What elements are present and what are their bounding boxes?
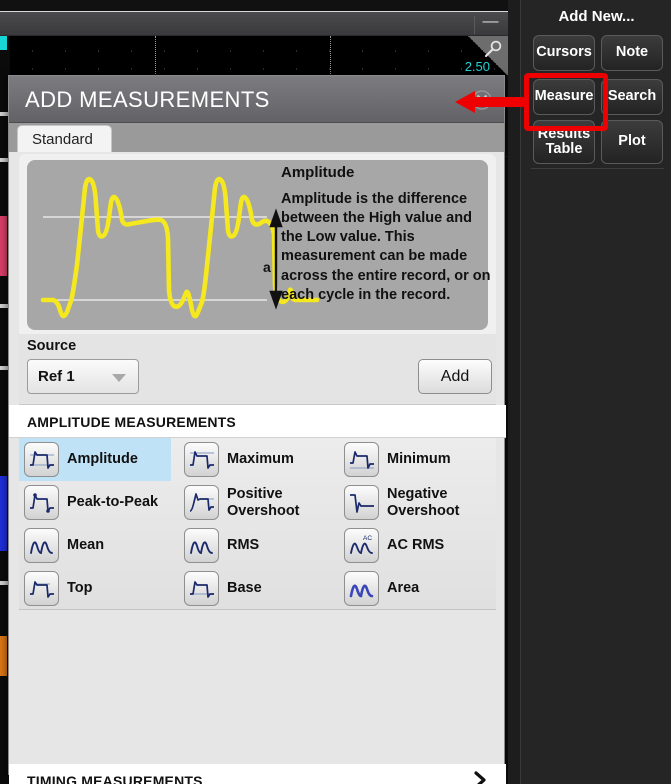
left-arrow-annotation: [455, 88, 527, 121]
measurement-label: AC RMS: [387, 524, 491, 567]
channel-tick: [0, 304, 8, 308]
pulse-base-icon: [184, 571, 219, 606]
pulse-maximum-icon: [184, 442, 219, 477]
scope-graticule-top[interactable]: 2.50: [0, 36, 508, 76]
measurement-label: Area: [387, 567, 491, 610]
chevron-right-icon: [470, 770, 490, 784]
amplitude-measurement-grid: Amplitude Maximum: [19, 438, 496, 610]
measurement-base[interactable]: Base: [179, 567, 331, 610]
pulse-amplitude-icon: [24, 442, 59, 477]
measurement-top[interactable]: Top: [19, 567, 171, 610]
measurement-label: Peak-to-Peak: [67, 481, 171, 524]
sine-ac-rms-icon: AC: [344, 528, 379, 563]
minimize-button[interactable]: —: [474, 16, 500, 34]
measurement-label: Positive Overshoot: [227, 481, 331, 524]
sidebar-divider: [531, 168, 664, 169]
svg-text:AC: AC: [363, 535, 372, 542]
measurement-label: Amplitude: [67, 438, 171, 481]
pulse-minimum-icon: [344, 442, 379, 477]
measurement-minimum[interactable]: Minimum: [339, 438, 491, 481]
measurement-mean[interactable]: Mean: [19, 524, 171, 567]
amplitude-annotation-letter: a: [263, 259, 271, 275]
graticule-gridline: [330, 36, 331, 76]
measurement-label: Mean: [67, 524, 171, 567]
pulse-peak-to-peak-icon: [24, 485, 59, 520]
source-label: Source: [27, 338, 76, 354]
section-title: TIMING MEASUREMENTS: [27, 773, 203, 784]
measurement-label: RMS: [227, 524, 331, 567]
section-header-amplitude[interactable]: AMPLITUDE MEASUREMENTS: [9, 405, 506, 438]
graticule-gridline: [155, 36, 156, 76]
measurement-peak-to-peak[interactable]: Peak-to-Peak: [19, 481, 171, 524]
measurement-label: Base: [227, 567, 331, 610]
tab-standard[interactable]: Standard: [17, 125, 112, 154]
measurement-label: Negative Overshoot: [387, 481, 491, 524]
dialog-header: ADD MEASUREMENTS: [9, 76, 504, 123]
measurement-area[interactable]: Area: [339, 567, 491, 610]
channel-tick: [0, 581, 8, 585]
sine-rms-icon: [184, 528, 219, 563]
dialog-body: a Amplitude Amplitude is the difference …: [9, 152, 504, 775]
measurement-amplitude[interactable]: Amplitude: [19, 438, 171, 481]
channel-marker-magenta[interactable]: [0, 216, 7, 276]
screen-root: — 2.50 500 mV: [0, 0, 671, 784]
measurement-label: Top: [67, 567, 171, 610]
measurement-rms[interactable]: RMS: [179, 524, 331, 567]
measurement-negative-overshoot[interactable]: Negative Overshoot: [339, 481, 491, 524]
measurement-positive-overshoot[interactable]: Positive Overshoot: [179, 481, 331, 524]
sine-area-icon: [344, 571, 379, 606]
scope-toolbar: —: [0, 11, 508, 36]
channel-marker-cyan[interactable]: [0, 36, 7, 50]
dialog-title: ADD MEASUREMENTS: [25, 87, 270, 113]
channel-tick: [0, 366, 8, 370]
channel-tick: [0, 112, 8, 116]
measure-button-highlight: [524, 73, 608, 131]
sine-mean-icon: [24, 528, 59, 563]
measurement-description-body: Amplitude is the difference between the …: [281, 190, 493, 305]
measurement-label: Maximum: [227, 438, 331, 481]
tab-strip: Standard: [9, 123, 504, 152]
sidebar-button-plot[interactable]: Plot: [601, 120, 663, 164]
sidebar-button-note[interactable]: Note: [601, 35, 663, 71]
source-dropdown-value: Ref 1: [38, 368, 75, 385]
channel-marker-orange[interactable]: [0, 636, 7, 676]
measurement-preview-panel: a Amplitude Amplitude is the difference …: [19, 154, 496, 334]
section-title: AMPLITUDE MEASUREMENTS: [27, 414, 236, 430]
sidebar-button-search[interactable]: Search: [601, 79, 663, 115]
measurement-ac-rms[interactable]: AC AC RMS: [339, 524, 491, 567]
negative-overshoot-icon: [344, 485, 379, 520]
chevron-down-icon: [112, 374, 126, 382]
sidebar-button-cursors[interactable]: Cursors: [533, 35, 595, 71]
add-measurements-dialog: ADD MEASUREMENTS Standard: [8, 75, 505, 775]
sidebar-title: Add New...: [521, 8, 671, 25]
source-dropdown[interactable]: Ref 1: [27, 359, 139, 394]
section-header-timing[interactable]: TIMING MEASUREMENTS: [9, 764, 506, 784]
volts-per-div-readout: 2.50: [465, 59, 490, 74]
add-button[interactable]: Add: [418, 359, 492, 394]
measurement-maximum[interactable]: Maximum: [179, 438, 331, 481]
pulse-top-icon: [24, 571, 59, 606]
channel-tick: [0, 158, 8, 162]
source-section: Source Ref 1 Add: [19, 334, 496, 405]
measurement-description-title: Amplitude: [281, 164, 354, 181]
channel-marker-blue[interactable]: [0, 476, 7, 551]
positive-overshoot-icon: [184, 485, 219, 520]
measurement-label: Minimum: [387, 438, 491, 481]
